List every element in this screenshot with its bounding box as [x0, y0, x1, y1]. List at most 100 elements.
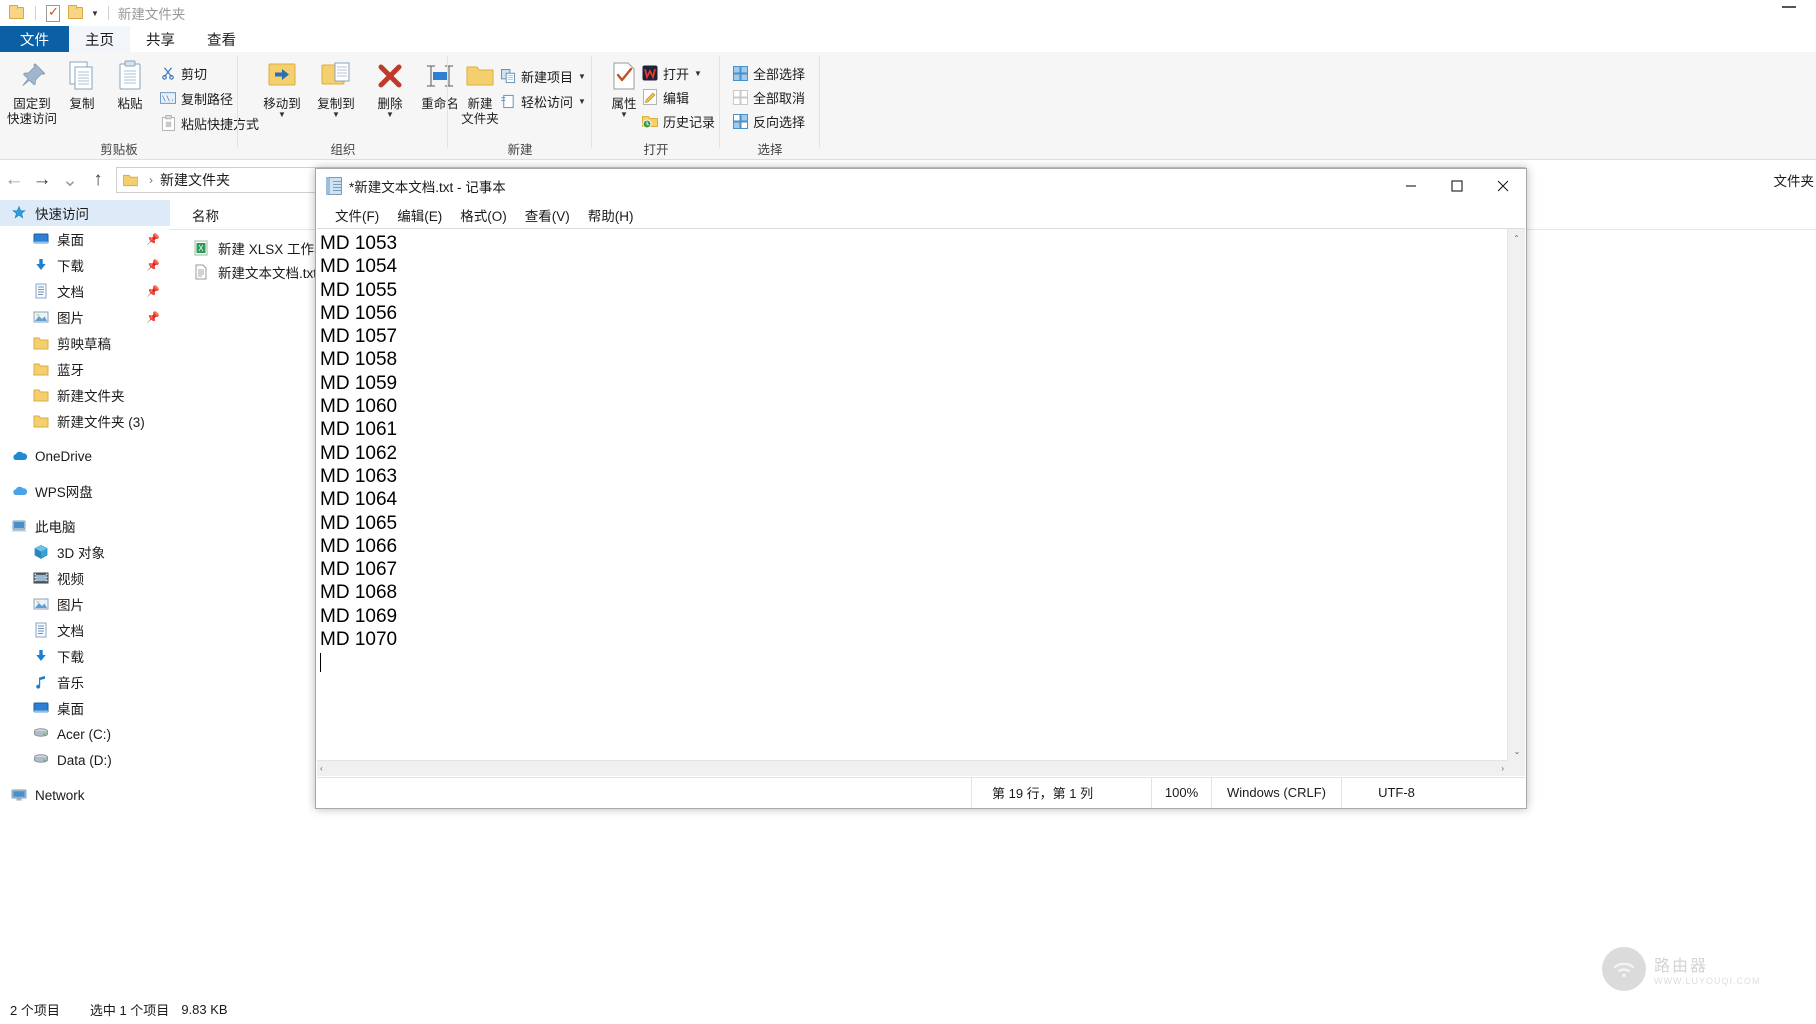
explorer-minimize-button[interactable] — [1782, 6, 1796, 8]
tab-home[interactable]: 主页 — [69, 26, 130, 52]
sidebar-item-图片[interactable]: 图片 📌 — [0, 304, 170, 330]
chevron-down-icon[interactable]: ▼ — [91, 9, 99, 18]
sidebar-item-视频[interactable]: 视频 — [0, 565, 170, 591]
notepad-vertical-scrollbar[interactable]: ⌃ ⌄ — [1507, 229, 1525, 760]
select-all-button[interactable]: 全部选择 — [730, 62, 805, 84]
column-header-name[interactable]: 名称 — [170, 205, 219, 225]
notepad-horizontal-scrollbar[interactable]: ‹ › — [317, 760, 1507, 776]
sidebar-item-文档[interactable]: 文档 — [0, 617, 170, 643]
quick-access-new-folder-icon[interactable] — [68, 4, 86, 22]
download-icon — [32, 648, 50, 664]
edit-label: 编辑 — [663, 90, 690, 106]
sidebar-item-label: Acer (C:) — [57, 726, 111, 742]
notepad-close-button[interactable] — [1480, 169, 1526, 202]
copy-to-button[interactable]: 复制到 ▼ — [310, 58, 362, 119]
3d-objects-icon — [32, 544, 50, 560]
pin-to-quick-access-button[interactable]: 固定到 快速访问 — [6, 58, 58, 127]
sidebar-item-onedrive[interactable]: OneDrive — [0, 443, 170, 469]
system-menu-folder-icon[interactable] — [9, 4, 27, 22]
back-button[interactable]: ← — [0, 169, 28, 191]
menu-view[interactable]: 查看(V) — [516, 205, 579, 225]
sidebar-item-桌面[interactable]: 桌面 📌 — [0, 226, 170, 252]
chevron-down-icon[interactable]: ▼ — [256, 111, 308, 119]
copy-path-button[interactable]: \\.. 复制路径 — [158, 87, 233, 109]
chevron-down-icon[interactable]: ▼ — [310, 111, 362, 119]
wps-open-icon — [640, 64, 660, 82]
divider — [107, 6, 109, 20]
tab-file[interactable]: 文件 — [0, 26, 69, 52]
notepad-editor-area: MD 1053 MD 1054 MD 1055 MD 1056 MD 1057 MD 10… — [317, 228, 1525, 776]
select-none-button[interactable]: 全部取消 — [730, 86, 805, 108]
breadcrumb-separator: › — [149, 173, 153, 187]
history-button[interactable]: 历史记录 — [640, 110, 715, 132]
menu-format[interactable]: 格式(O) — [451, 205, 516, 225]
quick-access-properties-icon[interactable] — [44, 4, 62, 22]
tab-view[interactable]: 查看 — [191, 26, 252, 52]
select-all-label: 全部选择 — [753, 66, 806, 82]
sidebar-item-文档[interactable]: 文档 📌 — [0, 278, 170, 304]
notepad-minimize-button[interactable] — [1388, 169, 1434, 202]
easy-access-button[interactable]: 轻松访问 ▼ — [498, 90, 586, 112]
scroll-up-arrow-icon[interactable]: ⌃ — [1508, 229, 1525, 247]
wifi-icon — [1602, 947, 1646, 991]
invert-selection-button[interactable]: 反向选择 — [730, 110, 805, 132]
edit-button[interactable]: 编辑 — [640, 86, 689, 108]
sidebar-item-acer-(c:)[interactable]: Acer (C:) — [0, 721, 170, 747]
notepad-title-bar[interactable]: *新建文本文档.txt - 记事本 — [316, 169, 1526, 202]
sidebar-item-3d-对象[interactable]: 3D 对象 — [0, 539, 170, 565]
sidebar-item-新建文件夹[interactable]: 新建文件夹 — [0, 382, 170, 408]
navigation-pane[interactable]: 快速访问 桌面 📌 下载 📌 文档 📌 图片 📌 剪映草稿蓝牙新建文件夹新建文件夹 (3) OneD… — [0, 200, 170, 860]
text-line: MD 1063 — [320, 465, 398, 487]
sidebar-item-桌面[interactable]: 桌面 — [0, 695, 170, 721]
scroll-down-arrow-icon[interactable]: ⌄ — [1508, 742, 1526, 760]
scroll-left-arrow-icon[interactable]: ‹ — [320, 764, 323, 773]
download-icon — [32, 257, 50, 273]
sidebar-item-network[interactable]: Network — [0, 782, 170, 808]
sidebar-item-wps网盘[interactable]: WPS网盘 — [0, 478, 170, 504]
chevron-down-icon[interactable]: ▼ — [364, 111, 416, 119]
nav-separator — [0, 773, 170, 782]
sidebar-item-label: 图片 — [57, 598, 84, 613]
open-with-button[interactable]: 打开 ▼ — [640, 62, 702, 84]
edit-pencil-icon — [640, 88, 660, 106]
chevron-down-icon[interactable]: ▼ — [578, 97, 586, 106]
notepad-text-content[interactable]: MD 1053 MD 1054 MD 1055 MD 1056 MD 1057 MD 10… — [317, 229, 1507, 760]
forward-button[interactable]: → — [28, 169, 56, 191]
move-to-button[interactable]: 移动到 ▼ — [256, 58, 308, 119]
new-item-button[interactable]: 新建项目 ▼ — [498, 65, 586, 87]
easy-access-icon — [498, 92, 518, 110]
text-line: MD 1070 — [320, 629, 398, 651]
chevron-down-icon[interactable]: ▼ — [694, 69, 702, 78]
sidebar-item-data-(d:)[interactable]: Data (D:) — [0, 747, 170, 773]
sidebar-item-下载[interactable]: 下载 — [0, 643, 170, 669]
status-zoom-level[interactable]: 100% — [1151, 777, 1211, 808]
tab-share[interactable]: 共享 — [130, 26, 191, 52]
notepad-maximize-button[interactable] — [1434, 169, 1480, 202]
text-caret-line — [320, 651, 1507, 674]
menu-help[interactable]: 帮助(H) — [579, 205, 643, 225]
ribbon: 固定到 快速访问 复制 粘贴 剪切 \\. 复制路径 粘贴快捷方式 剪贴板 移动… — [0, 52, 1816, 160]
up-button[interactable]: ↑ — [84, 169, 112, 191]
sidebar-item-label: 剪映草稿 — [57, 337, 111, 352]
sidebar-item-此电脑[interactable]: 此电脑 — [0, 513, 170, 539]
paste-button[interactable]: 粘贴 — [104, 58, 156, 112]
breadcrumb[interactable]: 新建文件夹 — [160, 170, 230, 190]
sidebar-item-新建文件夹-(3)[interactable]: 新建文件夹 (3) — [0, 408, 170, 434]
sidebar-item-下载[interactable]: 下载 📌 — [0, 252, 170, 278]
sidebar-item-音乐[interactable]: 音乐 — [0, 669, 170, 695]
menu-file[interactable]: 文件(F) — [326, 205, 388, 225]
sidebar-item-图片[interactable]: 图片 — [0, 591, 170, 617]
delete-button[interactable]: 删除 ▼ — [364, 58, 416, 119]
chevron-down-icon[interactable]: ▼ — [578, 72, 586, 81]
sidebar-item-剪映草稿[interactable]: 剪映草稿 — [0, 330, 170, 356]
menu-edit[interactable]: 编辑(E) — [388, 205, 451, 225]
copy-button[interactable]: 复制 — [56, 58, 108, 112]
sidebar-item-蓝牙[interactable]: 蓝牙 — [0, 356, 170, 382]
sidebar-item-快速访问[interactable]: 快速访问 — [0, 200, 170, 226]
recent-locations-button[interactable]: ⌄ — [56, 169, 84, 192]
pictures-icon — [32, 309, 50, 325]
sidebar-item-label: 下载 — [57, 259, 84, 274]
sidebar-item-label: 新建文件夹 — [57, 389, 125, 404]
scroll-right-arrow-icon[interactable]: › — [1501, 764, 1504, 773]
cut-button[interactable]: 剪切 — [158, 62, 207, 84]
